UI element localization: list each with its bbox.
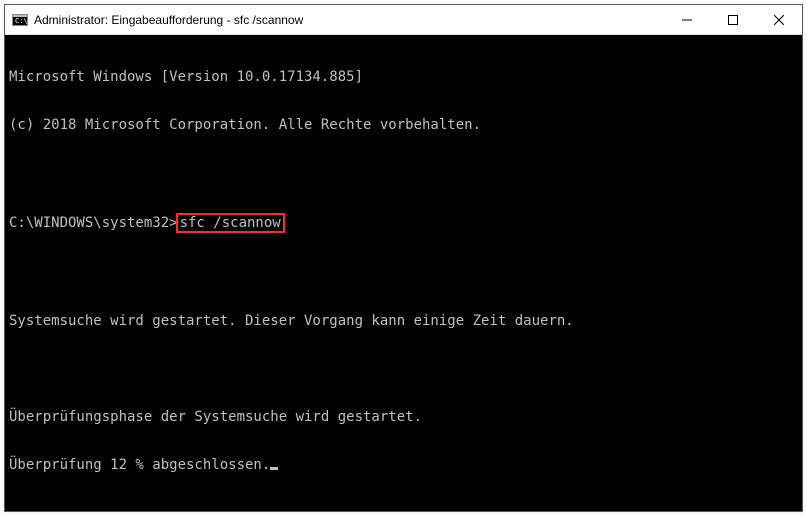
cursor [270, 467, 278, 470]
terminal-output[interactable]: Microsoft Windows [Version 10.0.17134.88… [5, 35, 802, 511]
progress-line: Überprüfung 12 % abgeschlossen. [9, 457, 798, 473]
titlebar[interactable]: C:\ Administrator: Eingabeaufforderung -… [5, 5, 802, 35]
prompt-prefix: C:\WINDOWS\system32> [9, 215, 178, 231]
minimize-button[interactable] [664, 5, 710, 34]
svg-text:C:\: C:\ [15, 17, 28, 25]
version-line: Microsoft Windows [Version 10.0.17134.88… [9, 69, 798, 85]
prompt-line: C:\WINDOWS\system32>sfc /scannow [9, 213, 798, 233]
copyright-line: (c) 2018 Microsoft Corporation. Alle Rec… [9, 117, 798, 133]
blank-line [9, 165, 798, 181]
window-title: Administrator: Eingabeaufforderung - sfc… [34, 13, 664, 27]
command-prompt-icon: C:\ [12, 12, 28, 28]
verify-phase-line: Überprüfungsphase der Systemsuche wird g… [9, 409, 798, 425]
progress-text: Überprüfung 12 % abgeschlossen. [9, 457, 270, 473]
window-controls [664, 5, 802, 34]
command-prompt-window: C:\ Administrator: Eingabeaufforderung -… [4, 4, 803, 512]
maximize-button[interactable] [710, 5, 756, 34]
blank-line [9, 265, 798, 281]
close-button[interactable] [756, 5, 802, 34]
scan-start-line: Systemsuche wird gestartet. Dieser Vorga… [9, 313, 798, 329]
blank-line [9, 361, 798, 377]
entered-command: sfc /scannow [176, 213, 285, 233]
